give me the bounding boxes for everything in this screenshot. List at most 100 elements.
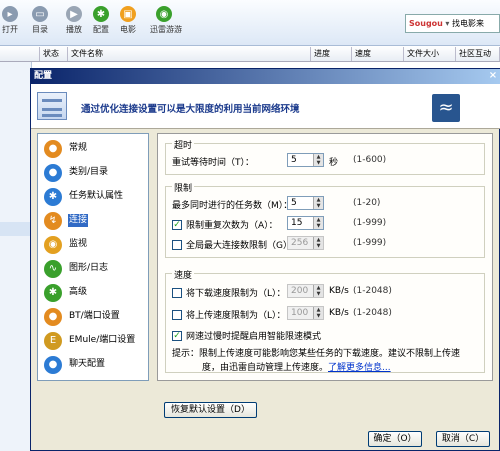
advanced-icon: ✱ [44,284,62,302]
stepper-arrows-icon[interactable]: ▲ ▼ [313,197,323,209]
smart-limit-checkbox[interactable]: ✓ [172,331,182,341]
max-tasks-label: 最多同时进行的任务数（M）： [172,201,293,211]
upload-limit-stepper: 100 ▲ ▼ [287,306,324,320]
graph-log-icon: ∿ [44,260,62,278]
speed-group-title: 速度 [172,268,195,281]
sidebar-item-label: BT/端口设置 [69,311,120,321]
search-input[interactable]: Sougou ▾ 找电影来 [405,14,500,33]
sidebar-item-label: 高级 [69,287,88,297]
col-checkbox[interactable] [0,47,40,61]
main-toolbar: ▸ 打开 ▭ 目录 ▶ 播放 ✱ 配置 ▣ 电影 ◉ 迅雷游游 Sougou ▾… [0,0,500,46]
close-button[interactable]: × [487,70,499,82]
global-conn-checkbox[interactable] [172,240,182,250]
banner-text: 通过优化连接设置可以是大限度的利用当前网络环境 [81,104,300,115]
restore-defaults-button[interactable]: 恢复默认设置（D） [164,402,257,418]
game-label: 迅雷游游 [150,25,182,34]
task-default-icon: ✱ [44,188,62,206]
gamepad-icon: ◉ [156,6,172,22]
task-list-header: 状态 文件名称 进度 速度 文件大小 社区互动 [0,46,500,62]
search-text: 找电影来 [451,19,484,28]
connection-settings-panel: 超时 重试等待时间（T）： 5 ▲ ▼ 秒 (1-600) 限制 最多同时进行的任… [157,133,493,381]
global-conn-value: 256 [291,238,309,248]
sidebar-item-category[interactable]: ● 类别/目录 [38,161,148,185]
col-size[interactable]: 文件大小 [404,47,456,61]
sidebar-item-bt-port[interactable]: ● BT/端口设置 [38,305,148,329]
config-dialog: 配置 × 通过优化连接设置可以是大限度的利用当前网络环境 ≈ ● 常规 ● 类别… [30,68,500,451]
sidebar-item-label: 监视 [69,239,88,249]
sidebar-item-task-default[interactable]: ✱ 任务默认属性 [38,185,148,209]
upload-limit-checkbox[interactable] [172,310,182,320]
limit-group-title: 限制 [172,181,195,194]
limit-group: 限制 最多同时进行的任务数（M）： 5 ▲ ▼ (1-20) ✓ 限制重复次数为（… [165,181,485,258]
sidebar-item-chat-config[interactable]: ● 聊天配置 [38,353,148,377]
global-conn-stepper: 256 ▲ ▼ [287,236,324,250]
config-label: 配置 [93,25,109,34]
stepper-arrows-icon: ▲ ▼ [313,285,323,297]
hint-line-2: 度，由迅雷自动管理上传速度。了解更多信息... [202,360,391,373]
retry-wait-stepper[interactable]: 5 ▲ ▼ [287,153,324,167]
thunder-logo-icon: ≈ [432,94,460,122]
general-icon: ● [44,140,62,158]
stepper-arrows-icon[interactable]: ▲ ▼ [313,217,323,229]
hint-line-1: 提示：限制上传速度可能影响您某些任务的下载速度。建议不限制上传速 [172,349,461,359]
sidebar-item-advanced[interactable]: ✱ 高级 [38,281,148,305]
dir-label: 目录 [32,25,48,34]
download-limit-range: (1-2048) [353,286,392,296]
open-button[interactable]: ▸ 打开 [0,6,24,35]
config-button[interactable]: ✱ 配置 [87,6,115,35]
retry-count-checkbox[interactable]: ✓ [172,220,182,230]
cancel-button[interactable]: 取消（C） [436,431,490,447]
timeout-group: 超时 重试等待时间（T）： 5 ▲ ▼ 秒 (1-600) [165,138,485,175]
sidebar-item-label: 类别/目录 [69,167,109,177]
bt-port-icon: ● [44,308,62,326]
folder-icon: ▭ [32,6,48,22]
sidebar-item-label: 常规 [69,143,88,153]
stepper-arrows-icon: ▲ ▼ [313,237,323,249]
max-tasks-stepper[interactable]: 5 ▲ ▼ [287,196,324,210]
speed-group: 速度 将下载速度限制为（L）： 200 ▲ ▼ KB/s (1-2048) 将上传… [165,268,485,373]
ok-button[interactable]: 确定（O） [368,431,422,447]
timeout-group-title: 超时 [172,138,195,151]
dropdown-icon[interactable]: ▾ [445,19,449,28]
download-limit-checkbox[interactable] [172,288,182,298]
col-status[interactable]: 状态 [40,47,68,61]
play-icon: ▶ [66,6,82,22]
sidebar-item-label: 聊天配置 [69,359,106,369]
smart-limit-label: 网速过慢时提醒启用智能限速模式 [186,332,322,342]
retry-count-value: 15 [291,218,303,228]
hint-text: 度，由迅雷自动管理上传速度。 [202,363,329,373]
settings-panel-icon [37,92,67,120]
stepper-arrows-icon[interactable]: ▲ ▼ [313,154,323,166]
col-speed[interactable]: 速度 [352,47,404,61]
sidebar-item-general[interactable]: ● 常规 [38,137,148,161]
movie-button[interactable]: ▣ 电影 [114,6,142,35]
open-label: 打开 [2,25,18,34]
config-sidebar: ● 常规 ● 类别/目录 ✱ 任务默认属性 ↯ 连接 ◉ 监视 ∿ 图形/日志 … [37,133,149,381]
dialog-banner: 通过优化连接设置可以是大限度的利用当前网络环境 ≈ [31,84,500,129]
dialog-titlebar[interactable]: 配置 × [31,69,500,84]
sidebar-item-monitor[interactable]: ◉ 监视 [38,233,148,257]
category-icon: ● [44,164,62,182]
play-button[interactable]: ▶ 播放 [60,6,88,35]
game-button[interactable]: ◉ 迅雷游游 [150,6,182,35]
col-name[interactable]: 文件名称 [68,47,311,61]
upload-limit-label: 将上传速度限制为（L）： [186,311,286,321]
play-label: 播放 [66,25,82,34]
global-conn-range: (1-999) [353,238,387,248]
col-progress[interactable]: 进度 [311,47,352,61]
sidebar-item-connection[interactable]: ↯ 连接 [38,209,148,233]
left-pane-strip [0,222,32,236]
dir-button[interactable]: ▭ 目录 [26,6,54,35]
sidebar-item-label: 任务默认属性 [69,191,124,201]
movie-label: 电影 [120,25,136,34]
col-community[interactable]: 社区互动 [456,47,500,61]
search-brand: Sougou [409,19,443,28]
retry-wait-value: 5 [291,155,297,165]
learn-more-link[interactable]: 了解更多信息... [328,363,391,373]
retry-count-stepper[interactable]: 15 ▲ ▼ [287,216,324,230]
sidebar-item-graph-log[interactable]: ∿ 图形/日志 [38,257,148,281]
sidebar-item-label: EMule/端口设置 [69,335,136,345]
sidebar-item-label: 连接 [68,214,89,227]
retry-wait-range: (1-600) [353,155,387,165]
sidebar-item-emule-port[interactable]: E EMule/端口设置 [38,329,148,353]
